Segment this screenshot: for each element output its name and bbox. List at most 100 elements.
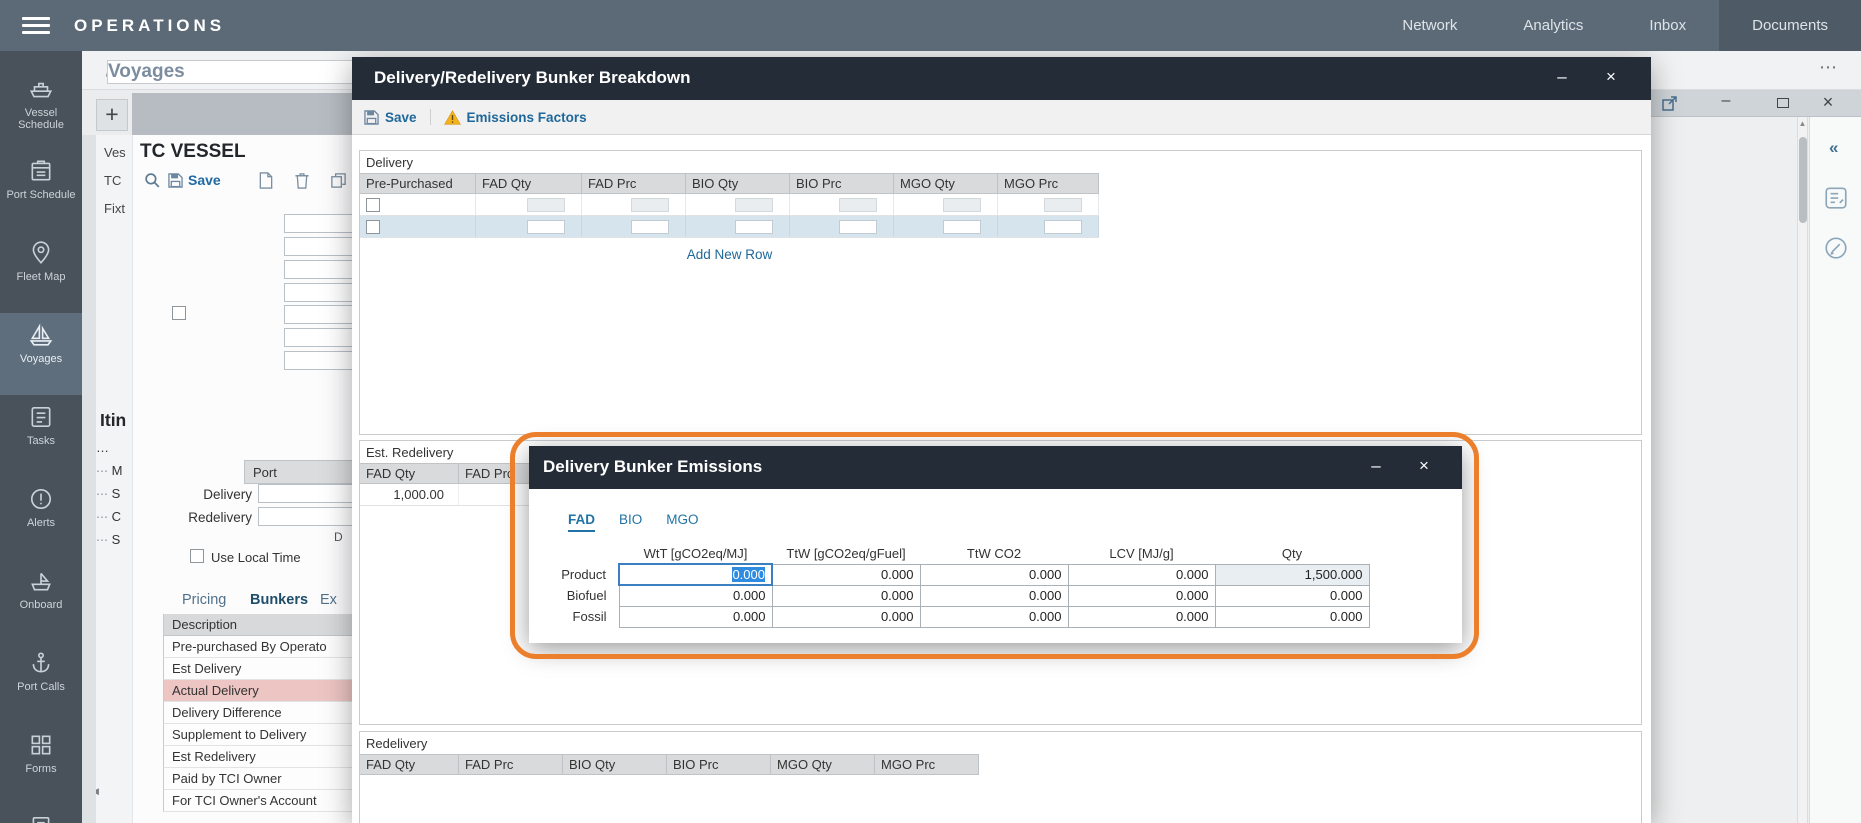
collapse-panel-icon[interactable]: « [1829,138,1838,158]
trash-icon[interactable] [294,169,310,191]
fad-prc-input[interactable] [631,220,669,234]
save-button[interactable]: Save [364,110,417,125]
itinerary-row[interactable]: ⋯ S [96,532,120,547]
bio-prc-input[interactable] [839,198,877,212]
sidebar-item-port-schedule[interactable]: Port Schedule [0,149,82,231]
tc-code-field[interactable] [284,237,360,256]
sidebar-item-forms[interactable]: Forms [0,723,82,805]
fossil-lcv-input[interactable]: 0.000 [1068,606,1215,627]
fad-qty-input[interactable] [527,198,565,212]
row-menu-icon[interactable]: ⋯ [96,464,108,478]
laycan-to-field[interactable] [284,328,360,347]
biofuel-ttw-co2-input[interactable]: 0.000 [920,585,1068,606]
sidebar-item-reports[interactable] [0,805,82,823]
fossil-qty-value[interactable]: 0.000 [1215,606,1369,627]
tab-bio[interactable]: BIO [619,512,642,532]
vessel-field[interactable] [284,214,360,233]
biofuel-wtt-input[interactable]: 0.000 [619,585,772,606]
fossil-ttw-co2-input[interactable]: 0.000 [920,606,1068,627]
pre-purchased-checkbox[interactable] [366,198,380,212]
tab-mgo[interactable]: MGO [666,512,698,532]
nav-item-analytics[interactable]: Analytics [1490,0,1616,51]
pre-purchased-checkbox[interactable] [366,220,380,234]
grid-row[interactable]: Est Delivery [163,658,360,680]
product-lcv-input[interactable]: 0.000 [1068,564,1215,585]
mgo-qty-input[interactable] [943,220,981,234]
delivery-row-2-selected[interactable] [360,216,1099,238]
dialog-titlebar[interactable]: Delivery Bunker Emissions – × [529,446,1462,489]
owner-field[interactable] [284,260,360,279]
delivery-port-field[interactable] [258,484,360,503]
nav-item-network[interactable]: Network [1369,0,1490,51]
fossil-wtt-input[interactable]: 0.000 [619,606,772,627]
tab-bunkers[interactable]: Bunkers [250,592,308,608]
close-icon[interactable]: × [1410,456,1438,480]
nav-item-inbox[interactable]: Inbox [1616,0,1719,51]
scroll-left-arrow[interactable]: ◀ [96,786,99,797]
scroll-up-icon[interactable]: ▲ [1798,119,1807,128]
host-minimize-button[interactable]: – [1713,92,1739,114]
fad-prc-input[interactable] [631,198,669,212]
sidebar-item-tasks[interactable]: Tasks [0,395,82,477]
bio-prc-input[interactable] [839,220,877,234]
hamburger-menu-icon[interactable] [22,17,50,34]
add-new-button[interactable]: + [96,99,128,131]
emissions-factors-button[interactable]: Emissions Factors [444,110,587,125]
overflow-menu-icon[interactable]: ⋯ [1819,57,1837,78]
product-ttw-fuel-input[interactable]: 0.000 [772,564,920,585]
close-icon[interactable]: × [1597,67,1625,91]
grid-row[interactable]: Pre-purchased By Operato [163,636,360,658]
sidebar-item-fleet-map[interactable]: Fleet Map [0,231,82,313]
grid-row[interactable]: Est Redelivery [163,746,360,768]
use-local-time-checkbox[interactable] [190,549,204,563]
grid-row[interactable]: Delivery Difference [163,702,360,724]
tab-pricing[interactable]: Pricing [182,592,226,608]
copy-icon[interactable] [330,169,347,191]
laycan-from-field[interactable] [284,305,360,324]
minimize-icon[interactable]: – [1548,67,1576,91]
grid-row[interactable]: For TCI Owner's Account [163,790,360,812]
sidebar-item-voyages[interactable]: Voyages [0,313,82,395]
grid-row[interactable]: Paid by TCI Owner [163,768,360,790]
edit-circle-icon[interactable] [1823,235,1849,264]
tab-exposure[interactable]: Ex [320,592,337,608]
minimize-icon[interactable]: – [1362,456,1390,480]
sidebar-item-onboard[interactable]: Onboard [0,559,82,641]
product-wtt-input[interactable]: 0.000 [619,564,772,585]
bio-qty-input[interactable] [735,198,773,212]
grid-row-actual-delivery[interactable]: Actual Delivery [163,680,360,702]
itinerary-row[interactable]: ⋯ M [96,463,122,478]
save-button[interactable]: Save [168,169,221,191]
nav-item-documents[interactable]: Documents [1719,0,1861,51]
fossil-ttw-fuel-input[interactable]: 0.000 [772,606,920,627]
redelivery-port-field[interactable] [258,507,360,526]
product-qty-value[interactable]: 1,500.000 [1215,564,1369,585]
dialog-titlebar[interactable]: Delivery/Redelivery Bunker Breakdown – × [352,57,1651,100]
search-icon[interactable] [144,169,161,191]
bio-qty-input[interactable] [735,220,773,234]
add-new-row-link[interactable]: Add New Row [360,247,1099,262]
mgo-qty-input[interactable] [943,198,981,212]
biofuel-qty-value[interactable]: 0.000 [1215,585,1369,606]
mgo-prc-input[interactable] [1044,198,1082,212]
est-redelivery-fad-qty-value[interactable]: 1,000.00 [360,484,459,505]
fad-qty-input[interactable] [527,220,565,234]
beneficiary-field[interactable] [284,283,360,302]
mgo-prc-input[interactable] [1044,220,1082,234]
sidebar-item-alerts[interactable]: Alerts [0,477,82,559]
sidebar-item-vessel-schedule[interactable]: Vessel Schedule [0,67,82,149]
biofuel-ttw-fuel-input[interactable]: 0.000 [772,585,920,606]
row-menu-icon[interactable]: ⋯ [96,533,108,547]
scrollbar-thumb[interactable] [1799,137,1807,223]
host-close-button[interactable]: × [1815,92,1841,114]
document-icon[interactable] [258,169,274,191]
open-external-icon[interactable] [1661,94,1679,115]
biofuel-lcv-input[interactable]: 0.000 [1068,585,1215,606]
product-ttw-co2-input[interactable]: 0.000 [920,564,1068,585]
properties-panel-icon[interactable] [1823,185,1849,214]
tc-coa-id-field[interactable] [284,351,360,370]
grid-row[interactable]: Supplement to Delivery [163,724,360,746]
vertical-scrollbar[interactable]: ▲ [1797,117,1808,823]
delivery-row-1[interactable] [360,194,1099,216]
host-maximize-button[interactable] [1777,98,1789,108]
